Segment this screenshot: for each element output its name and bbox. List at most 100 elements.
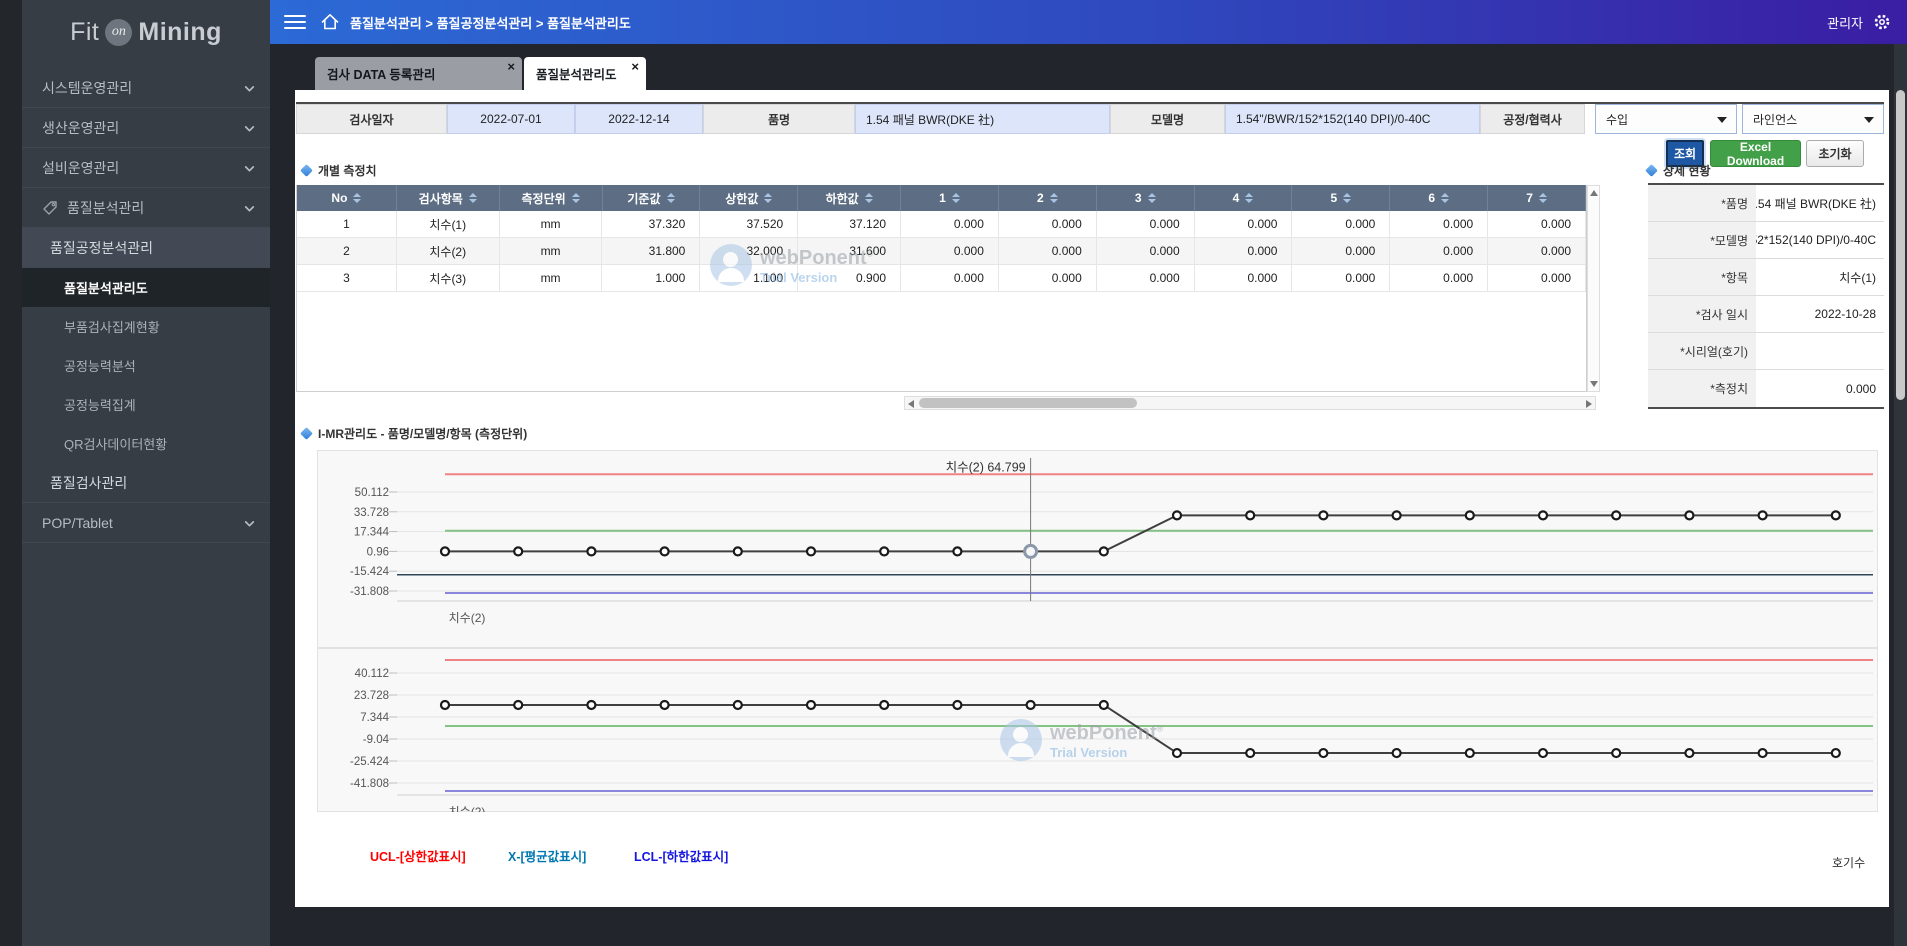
sort-icon[interactable] [764,193,773,203]
data-point-19[interactable] [1830,510,1841,521]
data-point-19[interactable] [1830,747,1841,759]
data-point-15[interactable] [1537,510,1549,521]
data-point-13[interactable] [1391,510,1402,521]
sidebar-item-5[interactable]: 품질분석관리도 [22,268,270,307]
sort-icon[interactable] [1343,193,1352,203]
data-point-18[interactable] [1757,747,1768,759]
excel-download-button[interactable]: Excel Download [1710,140,1801,168]
column-header-10[interactable]: 5 [1292,185,1391,211]
data-point-16[interactable] [1611,747,1622,759]
data-point-8[interactable] [1025,699,1036,711]
column-header-0[interactable]: No [297,185,397,211]
home-icon[interactable] [320,12,340,32]
table-horizontal-scrollbar[interactable] [904,396,1596,410]
sort-icon[interactable] [353,193,362,203]
sort-icon[interactable] [571,193,580,203]
model-name-input[interactable]: 1.54"/BWR/152*152(140 DPI)/0-40C [1225,104,1480,134]
sidebar-item-2[interactable]: 설비운영관리 [22,148,270,188]
sort-icon[interactable] [1147,193,1156,203]
sort-icon[interactable] [1049,193,1058,203]
column-header-12[interactable]: 7 [1488,185,1586,211]
sidebar-item-10[interactable]: 품질검사관리 [22,463,270,503]
data-point-7[interactable] [952,699,963,711]
data-point-10[interactable] [1171,747,1183,759]
sort-icon[interactable] [666,193,675,203]
reset-button[interactable]: 초기화 [1806,140,1864,167]
data-point-5[interactable] [805,546,817,557]
data-point-1[interactable] [513,699,524,711]
data-point-9[interactable] [1098,546,1109,557]
column-header-8[interactable]: 3 [1097,185,1195,211]
data-point-5[interactable] [805,699,817,711]
data-point-10[interactable] [1171,510,1183,521]
sidebar-item-3[interactable]: 품질분석관리 [22,188,270,228]
data-point-2[interactable] [586,546,597,557]
sidebar-item-8[interactable]: 공정능력집계 [22,385,270,424]
sort-icon[interactable] [951,193,960,203]
table-row[interactable]: 1 치수(1) mm 37.320 37.520 37.120 0.000 0.000 0.00… [297,211,1586,238]
table-row[interactable]: 2 치수(2) mm 31.800 32.000 31.600 0.000 0.000 0.00… [297,238,1586,265]
data-point-13[interactable] [1391,747,1402,759]
data-point-17[interactable] [1684,510,1695,521]
data-point-8[interactable] [1023,543,1039,559]
data-point-17[interactable] [1684,747,1695,759]
page-vertical-scrollbar[interactable] [1894,44,1907,946]
scrollbar-thumb[interactable] [1896,90,1905,400]
column-header-9[interactable]: 4 [1195,185,1293,211]
column-header-6[interactable]: 1 [901,185,999,211]
sort-icon[interactable] [1538,193,1547,203]
sort-icon[interactable] [1441,193,1450,203]
column-header-7[interactable]: 2 [999,185,1097,211]
column-header-5[interactable]: 하한값 [798,185,902,211]
data-point-14[interactable] [1464,510,1475,521]
data-point-6[interactable] [879,546,890,557]
data-point-9[interactable] [1098,699,1109,711]
data-point-3[interactable] [659,546,670,557]
sidebar-item-6[interactable]: 부품검사집계현황 [22,307,270,346]
tab-1[interactable]: 품질분석관리도 × [524,57,646,90]
scroll-left-icon[interactable] [908,400,914,408]
date-from-input[interactable]: 2022-07-01 [447,104,575,134]
sort-icon[interactable] [468,193,477,203]
close-icon[interactable]: × [631,59,639,74]
column-header-2[interactable]: 측정단위 [500,185,603,211]
scroll-up-icon[interactable] [1590,190,1598,196]
data-point-4[interactable] [732,699,743,711]
sidebar-item-9[interactable]: QR검사데이터현황 [22,424,270,463]
data-point-2[interactable] [586,699,597,711]
column-header-3[interactable]: 기준값 [603,185,701,211]
data-point-12[interactable] [1318,510,1329,521]
data-point-15[interactable] [1537,747,1549,759]
data-point-11[interactable] [1245,747,1256,759]
scrollbar-thumb[interactable] [919,398,1137,408]
column-header-11[interactable]: 6 [1390,185,1489,211]
data-point-1[interactable] [513,546,524,557]
gear-icon[interactable] [1873,13,1891,31]
data-point-4[interactable] [732,546,743,557]
scroll-down-icon[interactable] [1590,381,1598,387]
data-point-0[interactable] [439,546,451,557]
hamburger-menu-icon[interactable] [284,11,306,33]
data-point-16[interactable] [1611,510,1622,521]
data-point-11[interactable] [1245,510,1256,521]
sidebar-item-0[interactable]: 시스템운영관리 [22,68,270,108]
column-header-1[interactable]: 검사항목 [397,185,500,211]
sort-icon[interactable] [1245,193,1254,203]
data-point-3[interactable] [659,699,670,711]
date-to-input[interactable]: 2022-12-14 [575,104,703,134]
table-row[interactable]: 3 치수(3) mm 1.000 1.100 0.900 0.000 0.000 0.000 0.… [297,265,1586,292]
sidebar-item-4[interactable]: 품질공정분석관리 [22,228,270,268]
sidebar-item-11[interactable]: POP/Tablet [22,503,270,543]
tab-0[interactable]: 검사 DATA 등록관리 × [315,57,522,90]
item-name-input[interactable]: 1.54 패널 BWR(DKE 社) [855,104,1110,134]
data-point-12[interactable] [1318,747,1329,759]
sidebar-item-7[interactable]: 공정능력분석 [22,346,270,385]
sidebar-item-1[interactable]: 생산운영관리 [22,108,270,148]
scroll-right-icon[interactable] [1586,400,1592,408]
sort-icon[interactable] [864,193,873,203]
partner-select[interactable]: 라인언스 [1742,104,1884,134]
data-point-14[interactable] [1464,747,1475,759]
data-point-7[interactable] [952,546,963,557]
data-point-0[interactable] [439,699,451,711]
data-point-6[interactable] [879,699,890,711]
